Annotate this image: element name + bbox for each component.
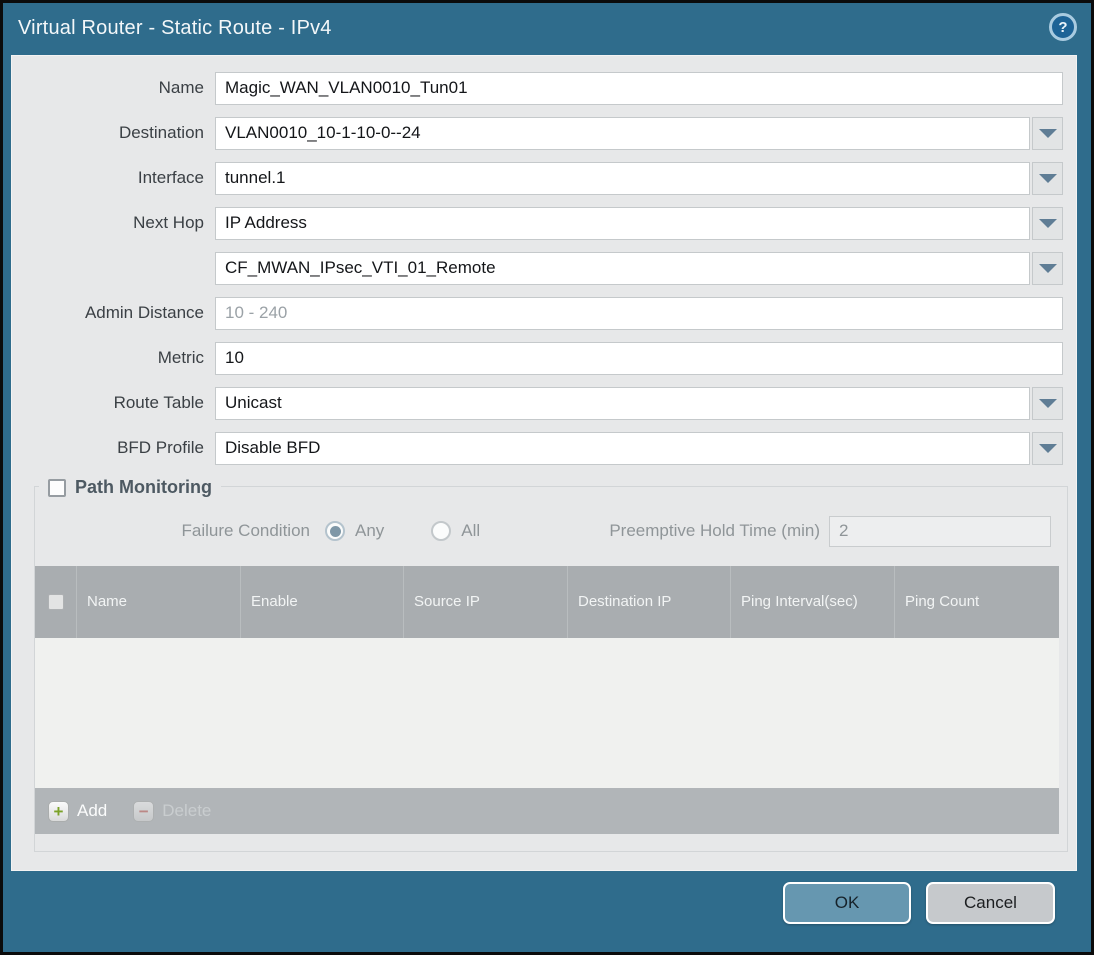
name-input[interactable] xyxy=(215,71,1063,105)
table-header-row: Name Enable Source IP Destination IP Pin… xyxy=(35,566,1059,638)
next-hop-dropdown-button[interactable] xyxy=(1032,206,1063,240)
row-bfd-profile: BFD Profile xyxy=(12,431,1063,465)
column-header-ping-interval[interactable]: Ping Interval(sec) xyxy=(731,566,895,638)
interface-input[interactable] xyxy=(215,161,1030,195)
destination-input[interactable] xyxy=(215,116,1030,150)
row-destination: Destination xyxy=(12,116,1063,150)
route-table-dropdown-button[interactable] xyxy=(1032,386,1063,420)
next-hop-address-input[interactable] xyxy=(215,251,1030,285)
row-admin-distance: Admin Distance xyxy=(12,296,1063,330)
chevron-down-icon xyxy=(1038,218,1057,228)
next-hop-label: Next Hop xyxy=(133,213,204,232)
row-route-table: Route Table xyxy=(12,386,1063,420)
admin-distance-input[interactable] xyxy=(215,296,1063,330)
cancel-button[interactable]: Cancel xyxy=(926,882,1055,924)
destination-dropdown-button[interactable] xyxy=(1032,116,1063,150)
minus-icon: − xyxy=(133,800,155,822)
plus-icon: + xyxy=(48,800,69,822)
row-next-hop: Next Hop xyxy=(12,206,1063,240)
bfd-profile-label: BFD Profile xyxy=(117,438,204,457)
add-button-label: Add xyxy=(77,801,108,820)
chevron-down-icon xyxy=(1038,173,1057,183)
path-monitoring-section: Path Monitoring Failure Condition Any Al… xyxy=(34,477,1068,852)
admin-distance-label: Admin Distance xyxy=(84,303,204,322)
interface-label: Interface xyxy=(137,168,204,187)
radio-unselected-icon xyxy=(431,521,452,541)
radio-selected-icon xyxy=(325,521,345,541)
column-header-source-ip[interactable]: Source IP xyxy=(404,566,568,638)
select-all-checkbox-cell xyxy=(35,566,77,638)
column-header-enable[interactable]: Enable xyxy=(241,566,404,638)
table-toolbar: + Add − Delete xyxy=(35,788,1059,834)
path-monitoring-table: Name Enable Source IP Destination IP Pin… xyxy=(35,566,1059,834)
destination-label: Destination xyxy=(118,123,204,142)
row-next-hop-address xyxy=(12,251,1063,285)
interface-dropdown-button[interactable] xyxy=(1032,161,1063,195)
failure-condition-label: Failure Condition xyxy=(181,521,310,540)
add-button[interactable]: + Add xyxy=(48,800,108,822)
titlebar: Virtual Router - Static Route - IPv4 ? xyxy=(3,3,1091,53)
chevron-down-icon xyxy=(1038,398,1057,408)
dialog-title: Virtual Router - Static Route - IPv4 xyxy=(18,16,332,39)
path-monitoring-checkbox[interactable] xyxy=(48,478,66,497)
preemptive-hold-time-input[interactable] xyxy=(829,515,1051,547)
help-icon[interactable]: ? xyxy=(1049,13,1077,41)
ok-button[interactable]: OK xyxy=(783,882,911,924)
select-all-checkbox[interactable] xyxy=(47,594,64,610)
chevron-down-icon xyxy=(1038,263,1057,273)
dialog-body: Name Destination Interface xyxy=(11,55,1077,871)
row-metric: Metric xyxy=(12,341,1063,375)
failure-condition-all-option[interactable]: All xyxy=(431,521,480,541)
row-name: Name xyxy=(12,71,1063,105)
bfd-profile-dropdown-button[interactable] xyxy=(1032,431,1063,465)
failure-condition-all-label: All xyxy=(461,521,481,540)
failure-condition-any-option[interactable]: Any xyxy=(325,521,384,541)
preemptive-hold-time-label: Preemptive Hold Time (min) xyxy=(609,521,820,540)
metric-input[interactable] xyxy=(215,341,1063,375)
column-header-ping-count[interactable]: Ping Count xyxy=(895,566,1059,638)
chevron-down-icon xyxy=(1038,128,1057,138)
chevron-down-icon xyxy=(1038,443,1057,453)
delete-button[interactable]: − Delete xyxy=(133,800,212,822)
dialog-virtual-router-static-route: Virtual Router - Static Route - IPv4 ? N… xyxy=(0,0,1094,955)
path-monitoring-legend: Path Monitoring xyxy=(39,477,221,498)
name-label: Name xyxy=(158,78,204,97)
next-hop-address-dropdown-button[interactable] xyxy=(1032,251,1063,285)
failure-condition-row: Failure Condition Any All Preemptive Hol… xyxy=(35,515,1067,547)
delete-button-label: Delete xyxy=(162,801,212,820)
metric-label: Metric xyxy=(157,348,204,367)
bfd-profile-input[interactable] xyxy=(215,431,1030,465)
row-interface: Interface xyxy=(12,161,1063,195)
route-table-input[interactable] xyxy=(215,386,1030,420)
route-table-label: Route Table xyxy=(113,393,204,412)
next-hop-type-input[interactable] xyxy=(215,206,1030,240)
path-monitoring-title: Path Monitoring xyxy=(75,477,212,497)
column-header-name[interactable]: Name xyxy=(77,566,241,638)
column-header-destination-ip[interactable]: Destination IP xyxy=(568,566,731,638)
table-body-empty[interactable] xyxy=(35,638,1059,788)
failure-condition-any-label: Any xyxy=(355,521,385,540)
